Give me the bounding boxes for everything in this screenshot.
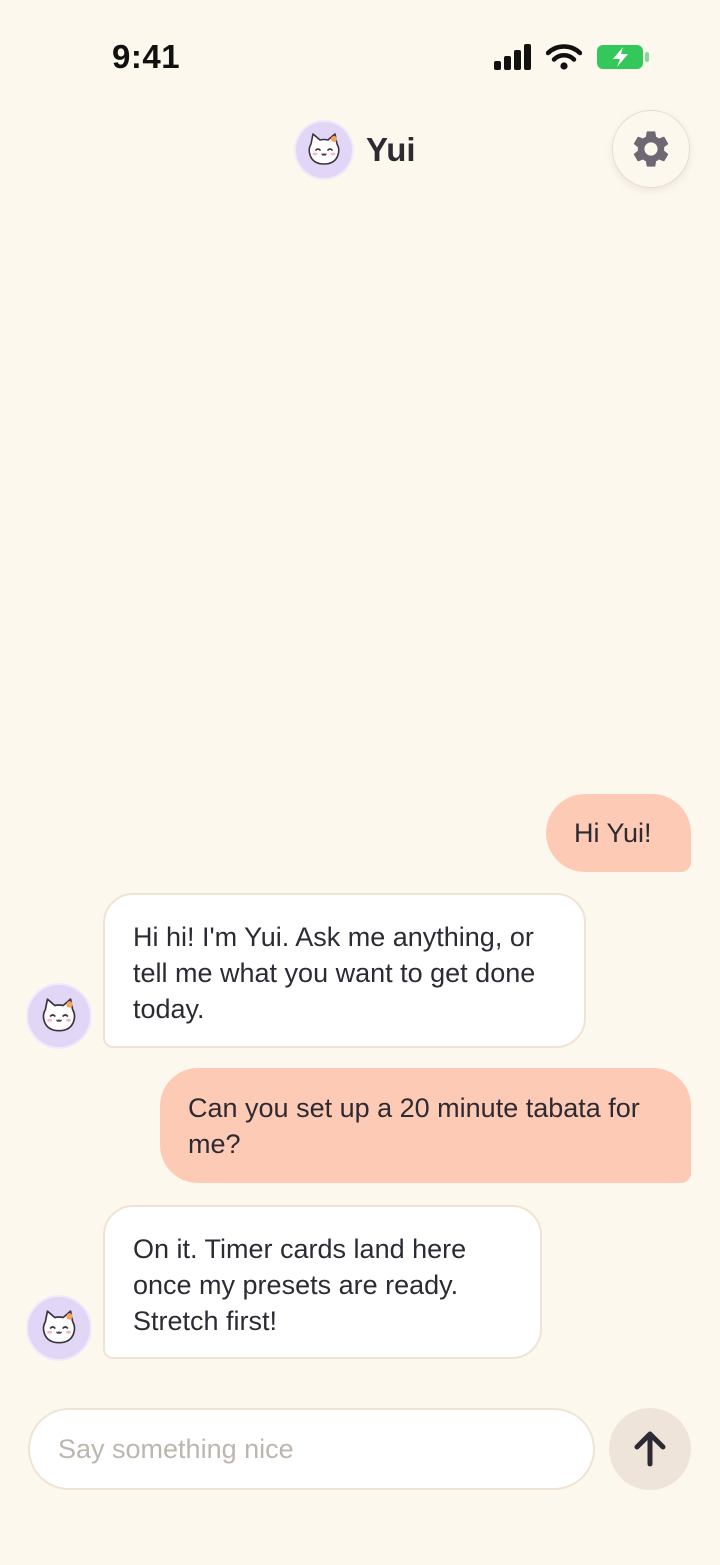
bot-message: Hi hi! I'm Yui. Ask me anything, or tell… (103, 893, 586, 1048)
chat-header: Yui (0, 110, 720, 194)
chat-title: Yui (366, 131, 416, 168)
battery-charging-icon (597, 45, 649, 69)
arrow-up-icon (634, 1431, 666, 1467)
header-title-group: Yui (296, 122, 416, 178)
signal-icon (494, 44, 531, 70)
cat-face-icon (28, 985, 90, 1047)
cat-face-icon (296, 122, 352, 178)
status-icons (494, 44, 650, 70)
gear-icon (633, 131, 669, 167)
bot-message: On it. Timer cards land here once my pre… (103, 1205, 542, 1359)
cat-face-icon (28, 1297, 90, 1359)
user-message: Hi Yui! (546, 794, 691, 872)
message-input[interactable] (28, 1408, 595, 1490)
send-button[interactable] (609, 1408, 691, 1490)
user-message: Can you set up a 20 minute tabata for me… (160, 1068, 691, 1183)
wifi-icon (546, 44, 582, 70)
status-time: 9:41 (112, 38, 181, 75)
settings-button[interactable] (612, 110, 690, 188)
status-bar: 9:41 (0, 0, 720, 110)
